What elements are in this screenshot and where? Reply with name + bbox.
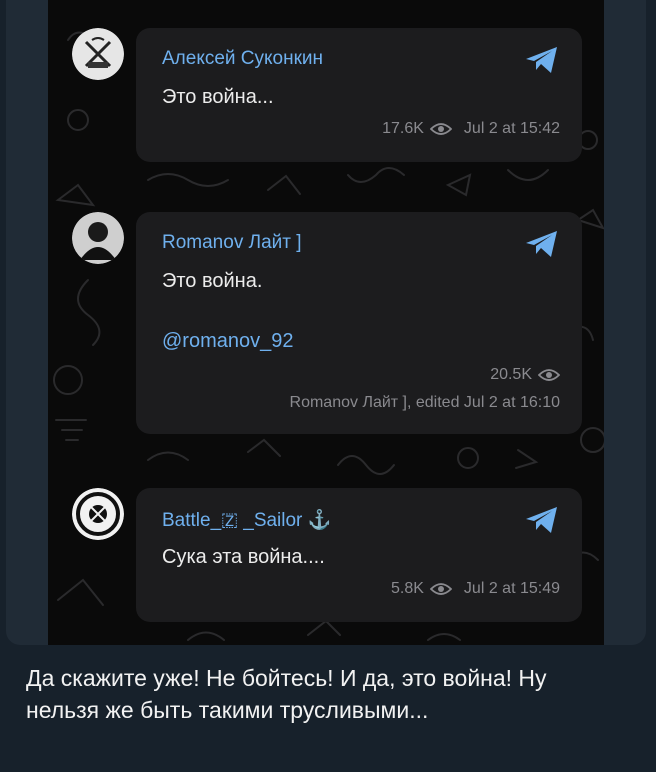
eye-icon xyxy=(429,123,452,135)
message-text: Сука эта война.... xyxy=(162,546,325,568)
message-bubble: Battle_🇿 _Sailor ⚓ Сука эта война.... 5.… xyxy=(136,488,582,622)
avatar[interactable] xyxy=(72,28,124,80)
message-text: Это война... xyxy=(162,86,274,108)
author-name[interactable]: Алексей Суконкин xyxy=(162,48,323,70)
author-name[interactable]: Battle_🇿 _Sailor ⚓ xyxy=(162,508,331,532)
view-count: 20.5K xyxy=(490,366,532,383)
mention-link[interactable]: @romanov_92 xyxy=(162,330,293,353)
message-text: Это война. xyxy=(162,270,263,292)
telegram-plane-icon[interactable] xyxy=(524,228,560,260)
message-date: Jul 2 at 15:49 xyxy=(463,580,560,597)
channel-post-2: Romanov Лайт ] Это война. @romanov_92 20… xyxy=(48,212,604,434)
message-bubble: Romanov Лайт ] Это война. @romanov_92 20… xyxy=(136,212,582,434)
message-bubble: Алексей Суконкин Это война... 17.6K Jul … xyxy=(136,28,582,162)
channel-post-1: Алексей Суконкин Это война... 17.6K Jul … xyxy=(48,28,604,162)
eye-icon xyxy=(538,369,560,381)
message-meta: 17.6K Jul 2 at 15:42 xyxy=(382,120,560,138)
avatar[interactable] xyxy=(72,212,124,264)
message-date: Jul 2 at 15:42 xyxy=(463,120,560,137)
message-meta: 5.8K Jul 2 at 15:49 xyxy=(391,580,560,598)
view-count: 17.6K xyxy=(382,120,424,137)
telegram-plane-icon[interactable] xyxy=(524,504,560,536)
view-count: 5.8K xyxy=(391,580,424,597)
author-name[interactable]: Romanov Лайт ] xyxy=(162,232,302,254)
channel-post-3: Battle_🇿 _Sailor ⚓ Сука эта война.... 5.… xyxy=(48,488,604,622)
message-views: 20.5K xyxy=(490,366,560,384)
post-caption: Да скажите уже! Не бойтесь! И да, это во… xyxy=(26,665,547,723)
eye-icon xyxy=(429,583,452,595)
edited-signature: Romanov Лайт ], edited Jul 2 at 16:10 xyxy=(289,394,560,411)
message-edited-line: Romanov Лайт ], edited Jul 2 at 16:10 xyxy=(290,394,560,412)
avatar[interactable] xyxy=(72,488,124,540)
telegram-plane-icon[interactable] xyxy=(524,44,560,76)
